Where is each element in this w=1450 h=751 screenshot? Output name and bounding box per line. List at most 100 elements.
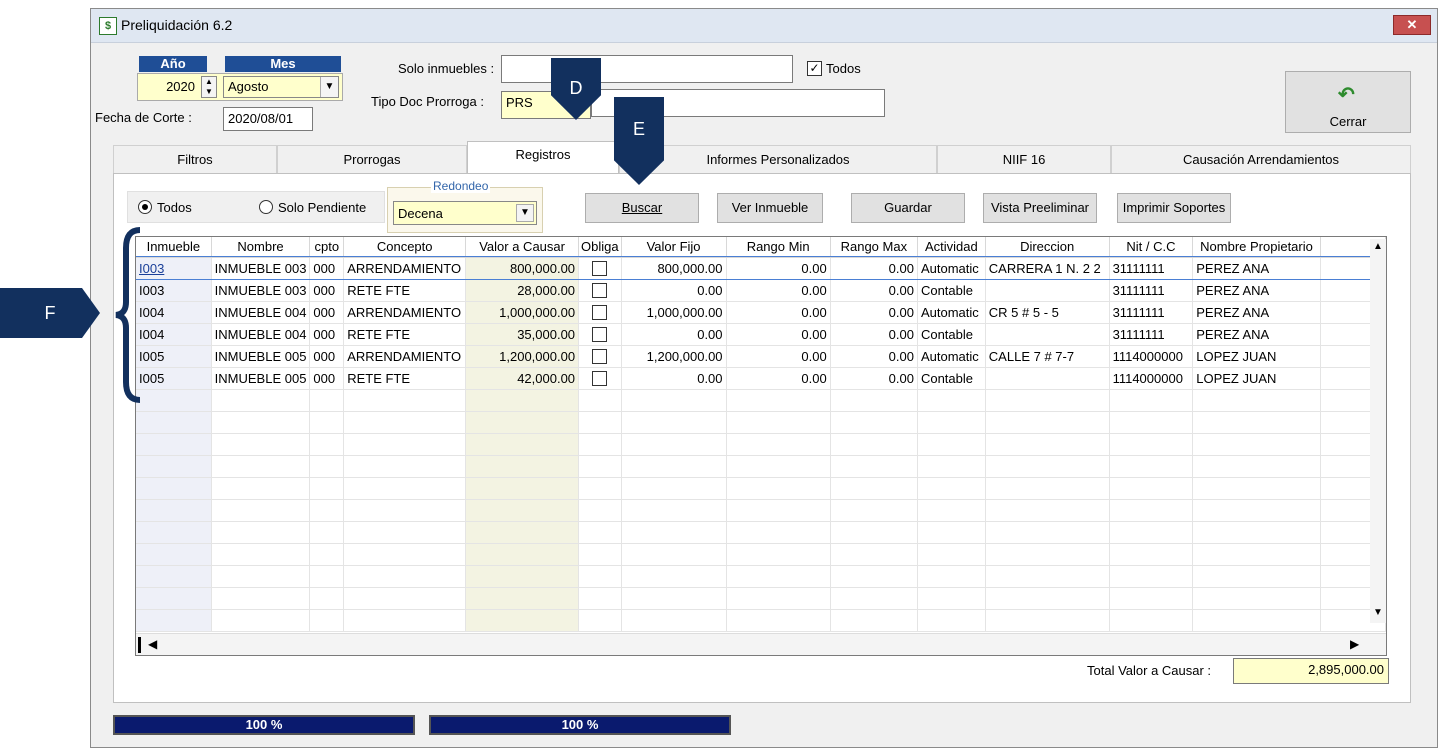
grid-cell[interactable]: 0.00 [830,323,918,346]
grid-cell[interactable] [1192,389,1321,412]
grid-cell[interactable] [465,609,580,632]
grid-cell[interactable] [343,521,467,544]
grid-cell[interactable] [578,411,622,434]
grid-cell[interactable] [1109,499,1194,522]
table-row[interactable]: I004 INMUEBLE 004 000 ARRENDAMIENTO 1,000,00… [136,301,1386,324]
table-row[interactable]: I003 INMUEBLE 003 000 RETE FTE 28,000.00 0.00… [136,279,1386,302]
grid-cell[interactable]: Contable [917,279,986,302]
grid-cell[interactable] [211,455,311,478]
grid-cell[interactable] [343,455,467,478]
grid-cell[interactable] [830,521,918,544]
grid-cell[interactable] [211,433,311,456]
grid-cell[interactable]: CALLE 7 # 7-7 [985,345,1110,368]
scroll-down-icon[interactable]: ▼ [1373,607,1383,618]
tab-filtros[interactable]: Filtros [113,145,277,173]
grid-cell[interactable] [578,477,622,500]
grid-cell[interactable] [830,389,918,412]
grid-cell[interactable] [309,587,345,610]
grid-cell[interactable] [211,499,311,522]
grid-cell[interactable]: ARRENDAMIENTO [343,345,467,368]
grid-cell[interactable] [917,521,986,544]
grid-cell[interactable] [830,543,918,566]
grid-cell[interactable] [1192,411,1321,434]
grid-cell[interactable] [985,543,1110,566]
table-row[interactable] [136,543,1386,566]
grid-cell[interactable]: 0.00 [726,257,831,280]
grid-cell[interactable] [830,609,918,632]
grid-cell[interactable]: PEREZ ANA [1192,301,1321,324]
grid-cell[interactable]: 35,000.00 [465,323,580,346]
grid-cell[interactable]: INMUEBLE 004 [211,301,311,324]
horizontal-scrollbar[interactable]: ◀ ▶ [136,633,1386,655]
grid-col-header[interactable]: Valor Fijo [621,237,727,258]
grid-cell[interactable]: 1114000000 [1109,367,1194,390]
grid-cell[interactable] [621,477,727,500]
grid-cell[interactable] [343,543,467,566]
grid-cell[interactable] [578,455,622,478]
grid-cell[interactable] [917,389,986,412]
grid-cell[interactable] [136,411,212,434]
grid-cell[interactable] [830,433,918,456]
grid-cell[interactable] [917,499,986,522]
scroll-up-icon[interactable]: ▲ [1373,241,1383,252]
grid-cell[interactable]: PEREZ ANA [1192,279,1321,302]
grid-cell[interactable] [1109,477,1194,500]
grid-cell[interactable] [830,477,918,500]
todos-radio[interactable] [138,200,152,214]
grid-cell[interactable] [985,389,1110,412]
grid-cell[interactable] [211,609,311,632]
grid-cell[interactable]: 31111111 [1109,279,1194,302]
grid-cell[interactable] [578,543,622,566]
grid-cell[interactable] [985,609,1110,632]
grid-cell[interactable] [1109,543,1194,566]
vertical-scrollbar[interactable]: ▲ ▼ [1370,239,1386,623]
grid-col-header[interactable]: Direccion [985,237,1110,258]
grid-cell[interactable] [578,565,622,588]
grid-cell[interactable] [917,455,986,478]
grid-cell[interactable] [726,521,831,544]
grid-cell[interactable] [726,543,831,566]
grid-cell[interactable]: 31111111 [1109,257,1194,280]
grid-cell[interactable] [1192,543,1321,566]
buscar-button[interactable]: Buscar [585,193,699,223]
grid-cell[interactable]: RETE FTE [343,323,467,346]
grid-cell[interactable] [1192,587,1321,610]
scroll-right-icon[interactable]: ▶ [1350,637,1359,651]
grid-cell[interactable] [343,609,467,632]
grid-cell[interactable] [1109,389,1194,412]
grid-cell[interactable]: 000 [309,367,345,390]
grid-cell[interactable] [985,499,1110,522]
table-row[interactable]: I004 INMUEBLE 004 000 RETE FTE 35,000.00 0.00… [136,323,1386,346]
grid-cell[interactable] [309,521,345,544]
table-row[interactable]: I003 INMUEBLE 003 000 ARRENDAMIENTO 800,000.… [136,256,1386,280]
grid-cell[interactable] [917,543,986,566]
grid-cell[interactable]: I003 [136,257,212,280]
grid-cell[interactable] [211,521,311,544]
grid-cell[interactable] [621,565,727,588]
table-row[interactable] [136,587,1386,610]
guardar-button[interactable]: Guardar [851,193,965,223]
grid-cell[interactable] [578,279,622,302]
grid-cell[interactable]: I004 [136,301,212,324]
grid-cell[interactable] [136,565,212,588]
grid-cell[interactable] [465,499,580,522]
obliga-checkbox[interactable] [592,305,608,321]
grid-cell[interactable] [309,433,345,456]
grid-cell[interactable] [343,587,467,610]
grid-cell[interactable] [917,477,986,500]
grid-cell[interactable]: Automatic [917,257,986,280]
tab-prorrogas[interactable]: Prorrogas [277,145,467,173]
grid-cell[interactable] [985,521,1110,544]
grid-cell[interactable]: 000 [309,345,345,368]
tab-causacion[interactable]: Causación Arrendamientos [1111,145,1411,173]
grid-cell[interactable] [136,499,212,522]
grid-cell[interactable]: PEREZ ANA [1192,323,1321,346]
solo-inmuebles-input[interactable] [501,55,793,83]
tab-niif16[interactable]: NIIF 16 [937,145,1111,173]
registros-grid[interactable]: Inmueble Nombre cpto Concepto Valor a Causar… [135,236,1387,656]
grid-cell[interactable] [985,587,1110,610]
grid-cell[interactable] [465,455,580,478]
grid-cell[interactable] [726,565,831,588]
grid-cell[interactable] [343,565,467,588]
grid-cell[interactable]: 1,000,000.00 [465,301,580,324]
